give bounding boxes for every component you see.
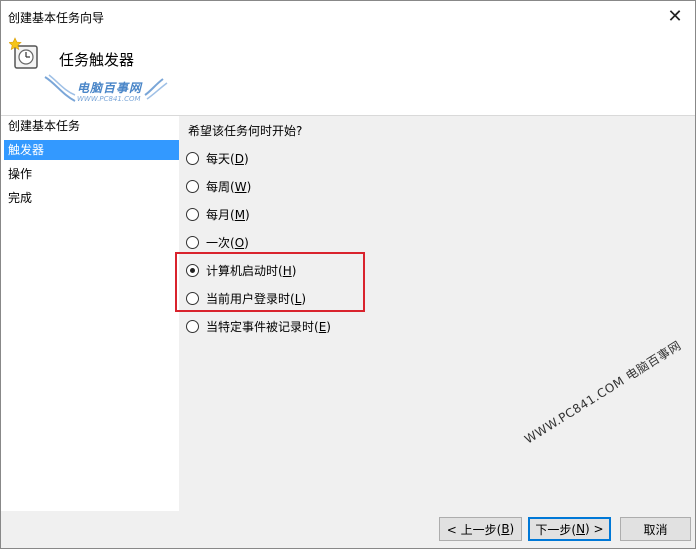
site-logo: 电脑百事网 WWW.PC841.COM bbox=[41, 73, 171, 109]
option-on-event[interactable]: 当特定事件被记录时(E) bbox=[186, 316, 331, 336]
option-monthly[interactable]: 每月(M) bbox=[186, 204, 250, 224]
radio-weekly[interactable] bbox=[186, 179, 199, 193]
cancel-button[interactable]: 取消 bbox=[620, 517, 691, 541]
nav-item-action[interactable]: 操作 bbox=[4, 164, 179, 184]
back-button[interactable]: < 上一步(B) bbox=[439, 517, 522, 541]
option-weekly[interactable]: 每周(W) bbox=[186, 176, 251, 196]
annotation-highlight-box bbox=[175, 252, 365, 312]
logo-subtext: WWW.PC841.COM bbox=[77, 95, 141, 103]
page-heading: 任务触发器 bbox=[59, 51, 135, 69]
logo-text: 电脑百事网 bbox=[77, 81, 143, 95]
option-daily[interactable]: 每天(D) bbox=[186, 148, 249, 168]
wizard-window: 创建基本任务向导 ✕ 任务触发器 电脑百事网 WWW.PC841.COM 创建基… bbox=[0, 0, 696, 549]
trigger-question: 希望该任务何时开始? bbox=[188, 124, 303, 138]
next-button[interactable]: 下一步(N) > bbox=[528, 517, 611, 541]
option-once[interactable]: 一次(O) bbox=[186, 232, 249, 252]
title-bar: 创建基本任务向导 ✕ bbox=[1, 1, 695, 31]
radio-on-event[interactable] bbox=[186, 319, 199, 333]
wizard-header: 任务触发器 电脑百事网 WWW.PC841.COM bbox=[1, 31, 695, 116]
wizard-footer: < 上一步(B) 下一步(N) > 取消 bbox=[1, 511, 695, 548]
trigger-options-panel: 希望该任务何时开始? 每天(D) 每周(W) 每月(M) 一次(O) 计算机启动… bbox=[179, 116, 695, 511]
task-scheduler-icon bbox=[9, 37, 38, 69]
window-title: 创建基本任务向导 bbox=[8, 11, 105, 25]
nav-item-trigger[interactable]: 触发器 bbox=[4, 140, 179, 160]
radio-monthly[interactable] bbox=[186, 207, 199, 221]
nav-item-create-basic-task[interactable]: 创建基本任务 bbox=[4, 116, 179, 136]
close-icon[interactable]: ✕ bbox=[655, 1, 695, 31]
radio-once[interactable] bbox=[186, 235, 199, 249]
radio-daily[interactable] bbox=[186, 151, 199, 165]
wizard-steps-nav: 创建基本任务 触发器 操作 完成 bbox=[1, 116, 179, 548]
nav-item-finish[interactable]: 完成 bbox=[4, 188, 179, 208]
